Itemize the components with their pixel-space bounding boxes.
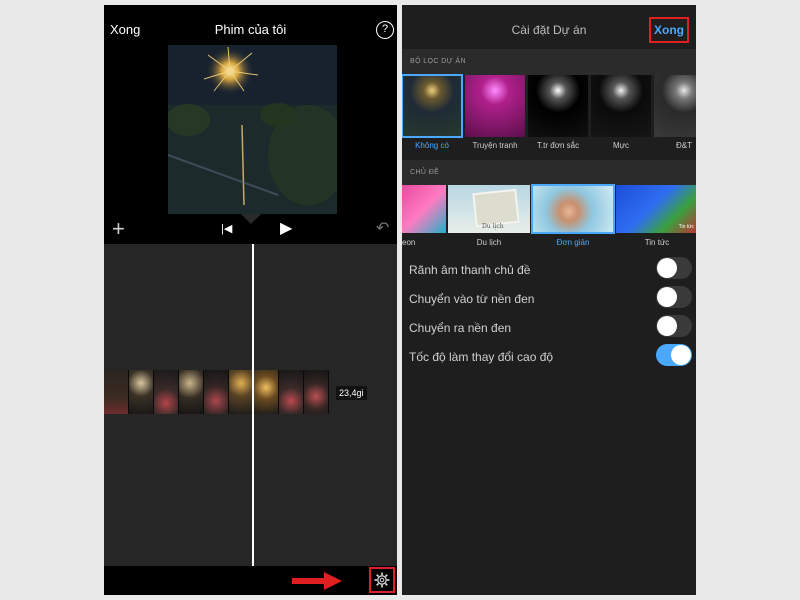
option-fade-out: Chuyển ra nền đen bbox=[402, 313, 696, 342]
pitch-toggle[interactable] bbox=[656, 344, 692, 366]
page-title: Phim của tôi bbox=[214, 22, 287, 37]
playhead bbox=[252, 244, 254, 566]
filter-thumbnail bbox=[402, 74, 463, 138]
plus-icon[interactable]: + bbox=[112, 214, 125, 244]
theme-label: Du lịch bbox=[476, 238, 502, 247]
help-icon[interactable]: ? bbox=[376, 21, 394, 39]
option-label: Tốc độ làm thay đổi cao độ bbox=[409, 350, 554, 364]
theme-list: eon Du lịch Du lịch Đơn giản Tin tức Tin… bbox=[402, 184, 696, 251]
bottom-bar bbox=[104, 566, 397, 595]
clip-frame bbox=[229, 370, 254, 414]
settings-button[interactable] bbox=[369, 567, 395, 593]
section-header-filters: BỘ LỌC DỰ ÁN bbox=[402, 49, 696, 75]
theme-thumb-text: Tin tức bbox=[678, 224, 694, 230]
theme-label: eon bbox=[402, 238, 416, 247]
section-label: BỘ LỌC DỰ ÁN bbox=[410, 58, 466, 65]
filter-list: Không có Truyện tranh T.tr đơn sắc Mực Đ… bbox=[402, 74, 696, 159]
option-label: Rãnh âm thanh chủ đề bbox=[409, 263, 531, 277]
theme-label: Tin tức bbox=[644, 238, 670, 247]
theme-thumb-text: Du lịch bbox=[482, 223, 504, 230]
playhead-marker bbox=[241, 214, 261, 224]
theme-label: Đơn giản bbox=[556, 238, 590, 247]
section-label: CHỦ ĐỀ bbox=[410, 169, 440, 176]
filter-comic[interactable]: Truyện tranh bbox=[465, 75, 525, 150]
theme-music-toggle[interactable] bbox=[656, 257, 692, 279]
filter-bw[interactable]: Đ&T bbox=[654, 75, 696, 150]
theme-news[interactable]: Tin tức Tin tức bbox=[616, 185, 696, 251]
option-label: Chuyển ra nền đen bbox=[409, 321, 512, 335]
option-fade-in: Chuyển vào từ nền đen bbox=[402, 284, 696, 313]
filter-label: T.tr đơn sắc bbox=[536, 141, 580, 150]
option-pitch: Tốc độ làm thay đổi cao độ bbox=[402, 342, 696, 371]
clip-frame bbox=[154, 370, 179, 414]
theme-thumbnail: Tin tức bbox=[616, 185, 696, 233]
fade-out-toggle[interactable] bbox=[656, 315, 692, 337]
top-bar: Xong Phim của tôi ? bbox=[104, 5, 397, 45]
gear-icon bbox=[374, 572, 390, 588]
theme-thumbnail: Du lịch bbox=[448, 185, 530, 233]
clip-frame bbox=[304, 370, 329, 414]
arrow-right-icon bbox=[292, 572, 342, 590]
filter-ink[interactable]: Mực bbox=[591, 75, 651, 150]
clip-frame bbox=[104, 370, 129, 414]
my-movie-screen: Xong Phim của tôi ? + |◀ ▶ ↶ 23,4gi bbox=[104, 5, 397, 595]
skip-back-icon[interactable]: |◀ bbox=[221, 214, 232, 244]
clip-strip[interactable] bbox=[104, 370, 329, 414]
theme-neon[interactable]: eon bbox=[402, 185, 446, 251]
filter-thumbnail bbox=[591, 75, 651, 137]
filter-comic-mono[interactable]: T.tr đơn sắc bbox=[528, 75, 588, 150]
clip-frame bbox=[254, 370, 279, 414]
theme-thumbnail bbox=[402, 185, 446, 233]
filter-label: Truyện tranh bbox=[472, 141, 518, 150]
clip-frame bbox=[179, 370, 204, 414]
clip-frame bbox=[204, 370, 229, 414]
video-preview bbox=[168, 45, 337, 214]
filter-thumbnail bbox=[528, 75, 588, 137]
filter-none[interactable]: Không có bbox=[402, 74, 463, 150]
top-bar: Cài đặt Dự án Xong bbox=[402, 5, 696, 49]
fade-in-toggle[interactable] bbox=[656, 286, 692, 308]
theme-thumbnail bbox=[531, 184, 615, 234]
clip-frame bbox=[129, 370, 154, 414]
play-icon[interactable]: ▶ bbox=[280, 214, 292, 244]
filter-label: Mực bbox=[612, 141, 630, 150]
undo-icon[interactable]: ↶ bbox=[376, 214, 389, 244]
theme-simple[interactable]: Đơn giản bbox=[531, 184, 615, 251]
filter-thumbnail bbox=[654, 75, 696, 137]
option-label: Chuyển vào từ nền đen bbox=[409, 292, 535, 306]
timeline[interactable]: 23,4gi bbox=[104, 244, 397, 566]
section-header-themes: CHỦ ĐỀ bbox=[402, 160, 696, 186]
done-button[interactable]: Xong bbox=[649, 17, 689, 43]
theme-travel[interactable]: Du lịch Du lịch bbox=[448, 185, 530, 251]
clip-frame bbox=[279, 370, 304, 414]
option-theme-music: Rãnh âm thanh chủ đề bbox=[402, 255, 696, 284]
clip-duration: 23,4gi bbox=[336, 386, 367, 400]
filter-label: Đ&T bbox=[676, 141, 692, 150]
filter-thumbnail bbox=[465, 75, 525, 137]
filter-label: Không có bbox=[415, 141, 449, 150]
project-settings-screen: Cài đặt Dự án Xong BỘ LỌC DỰ ÁN Không có… bbox=[402, 5, 696, 595]
